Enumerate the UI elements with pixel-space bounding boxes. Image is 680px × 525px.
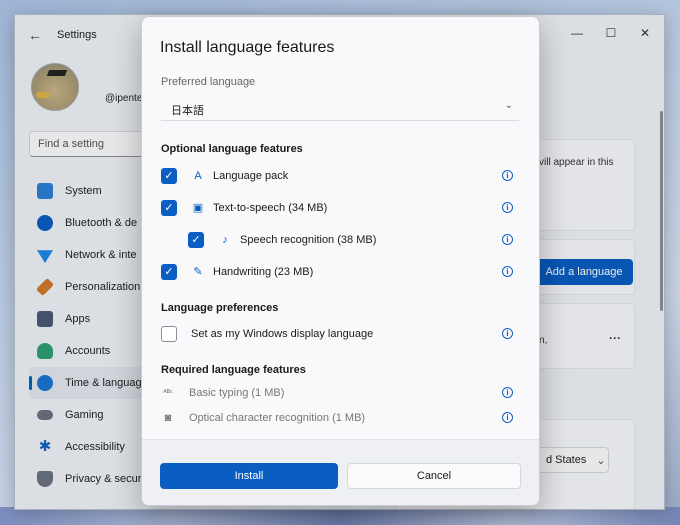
info-icon[interactable]: i <box>502 234 513 245</box>
feature-label: Text-to-speech (34 MB) <box>213 202 328 214</box>
handwriting-icon: ✎ <box>193 266 203 278</box>
speech-icon: ▣ <box>192 202 204 214</box>
info-icon[interactable]: i <box>502 412 513 423</box>
required-row-basic-typing: ᴬᴮᶜ Basic typing (1 MB) <box>161 382 501 404</box>
language-pack-checkbox[interactable]: ✓ <box>161 168 177 184</box>
cancel-button[interactable]: Cancel <box>347 463 521 489</box>
display-language-label: Set as my Windows display language <box>191 328 374 340</box>
install-button[interactable]: Install <box>160 463 338 489</box>
preferred-language-label: Preferred language <box>161 76 256 88</box>
install-language-features-dialog: Install language features Preferred lang… <box>141 16 540 506</box>
optional-features-heading: Optional language features <box>161 143 303 155</box>
info-icon[interactable]: i <box>502 202 513 213</box>
required-row-ocr: ◙ Optical character recognition (1 MB) <box>161 407 501 429</box>
display-language-row: Set as my Windows display language <box>161 323 501 345</box>
feature-row-text-to-speech: ✓ ▣ Text-to-speech (34 MB) <box>161 197 501 219</box>
typing-icon: ᴬᴮᶜ <box>163 388 173 397</box>
handwriting-checkbox[interactable]: ✓ <box>161 264 177 280</box>
feature-label: Handwriting (23 MB) <box>213 266 314 278</box>
text-to-speech-checkbox[interactable]: ✓ <box>161 200 177 216</box>
display-language-checkbox[interactable] <box>161 326 177 342</box>
feature-row-language-pack: ✓ A Language pack <box>161 165 501 187</box>
microphone-icon: ♪ <box>222 234 228 246</box>
camera-ocr-icon: ◙ <box>164 412 172 424</box>
feature-row-handwriting: ✓ ✎ Handwriting (23 MB) <box>161 261 501 283</box>
feature-label: Language pack <box>213 170 289 182</box>
speech-recognition-checkbox[interactable]: ✓ <box>188 232 204 248</box>
info-icon[interactable]: i <box>502 387 513 398</box>
dialog-title: Install language features <box>160 39 335 56</box>
language-preferences-heading: Language preferences <box>161 302 279 314</box>
required-label: Optical character recognition (1 MB) <box>189 412 366 424</box>
feature-row-speech-recognition: ✓ ♪ Speech recognition (38 MB) <box>188 229 498 251</box>
feature-label: Speech recognition (38 MB) <box>240 234 377 246</box>
preferred-language-value: 日本語 <box>171 105 204 117</box>
required-label: Basic typing (1 MB) <box>189 387 285 399</box>
info-icon[interactable]: i <box>502 266 513 277</box>
chevron-down-icon: ⌄ <box>504 100 513 111</box>
preferred-language-select[interactable]: 日本語 ⌄ <box>161 97 519 121</box>
language-pack-icon: A <box>194 170 202 182</box>
info-icon[interactable]: i <box>502 328 513 339</box>
required-features-heading: Required language features <box>161 364 306 376</box>
info-icon[interactable]: i <box>502 170 513 181</box>
